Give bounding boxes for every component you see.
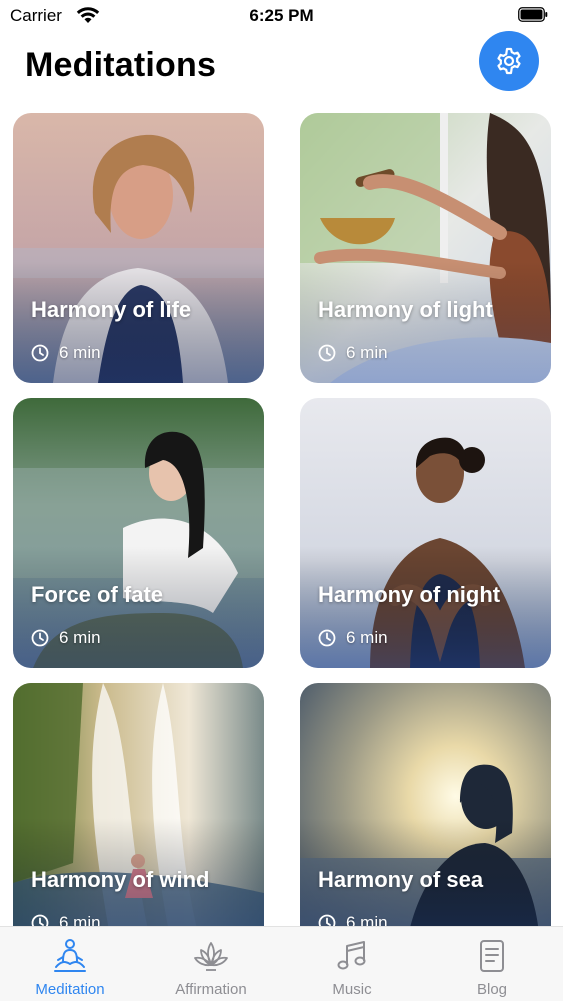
card-title: Force of fate — [31, 582, 164, 607]
status-bar: Carrier 6:25 PM — [0, 0, 563, 32]
tab-bar: Meditation Affirmation Music Blog — [0, 926, 563, 1001]
tab-label: Affirmation — [175, 981, 247, 998]
card-duration: 6 min — [318, 628, 388, 648]
tab-label: Blog — [476, 981, 508, 998]
clock-icon — [318, 344, 336, 362]
clock-icon — [31, 344, 49, 362]
card-duration-label: 6 min — [346, 343, 388, 362]
meditation-card-harmony-of-sea[interactable]: Harmony of sea 6 min — [300, 683, 551, 953]
gear-icon — [497, 47, 521, 75]
tab-label: Meditation — [35, 981, 105, 998]
meditation-card-harmony-of-life[interactable]: Harmony of life 6 min — [13, 113, 264, 383]
card-title: Harmony of wind — [31, 867, 210, 892]
tab-label: Music — [332, 981, 372, 998]
clock-icon — [31, 629, 49, 647]
tab-meditation[interactable]: Meditation — [0, 927, 140, 1001]
meditation-card-harmony-of-night[interactable]: Harmony of night 6 min — [300, 398, 551, 668]
meditation-icon — [54, 939, 86, 972]
battery-icon — [518, 7, 548, 22]
card-title: Harmony of light — [318, 297, 493, 322]
card-duration: 6 min — [31, 628, 101, 648]
tab-affirmation[interactable]: Affirmation — [141, 927, 281, 1001]
card-title: Harmony of night — [318, 582, 501, 607]
card-title: Harmony of sea — [318, 867, 484, 892]
card-title: Harmony of life — [31, 297, 192, 322]
card-duration: 6 min — [31, 343, 101, 363]
card-duration-label: 6 min — [59, 628, 101, 647]
music-note-icon — [337, 941, 366, 970]
card-duration: 6 min — [318, 343, 388, 363]
tab-music[interactable]: Music — [282, 927, 422, 1001]
card-duration-label: 6 min — [346, 628, 388, 647]
page-title: Meditations — [25, 46, 217, 84]
tab-blog[interactable]: Blog — [422, 927, 562, 1001]
clock-time: 6:25 PM — [249, 6, 314, 25]
meditation-card-harmony-of-wind[interactable]: Harmony of wind 6 min — [13, 683, 264, 953]
settings-button[interactable] — [479, 31, 539, 91]
meditation-card-force-of-fate[interactable]: Force of fate 6 min — [13, 398, 264, 668]
card-duration-label: 6 min — [59, 343, 101, 362]
clock-icon — [318, 629, 336, 647]
document-icon — [480, 940, 504, 972]
lotus-icon — [194, 942, 228, 971]
meditation-card-harmony-of-light[interactable]: Harmony of light 6 min — [300, 113, 551, 383]
